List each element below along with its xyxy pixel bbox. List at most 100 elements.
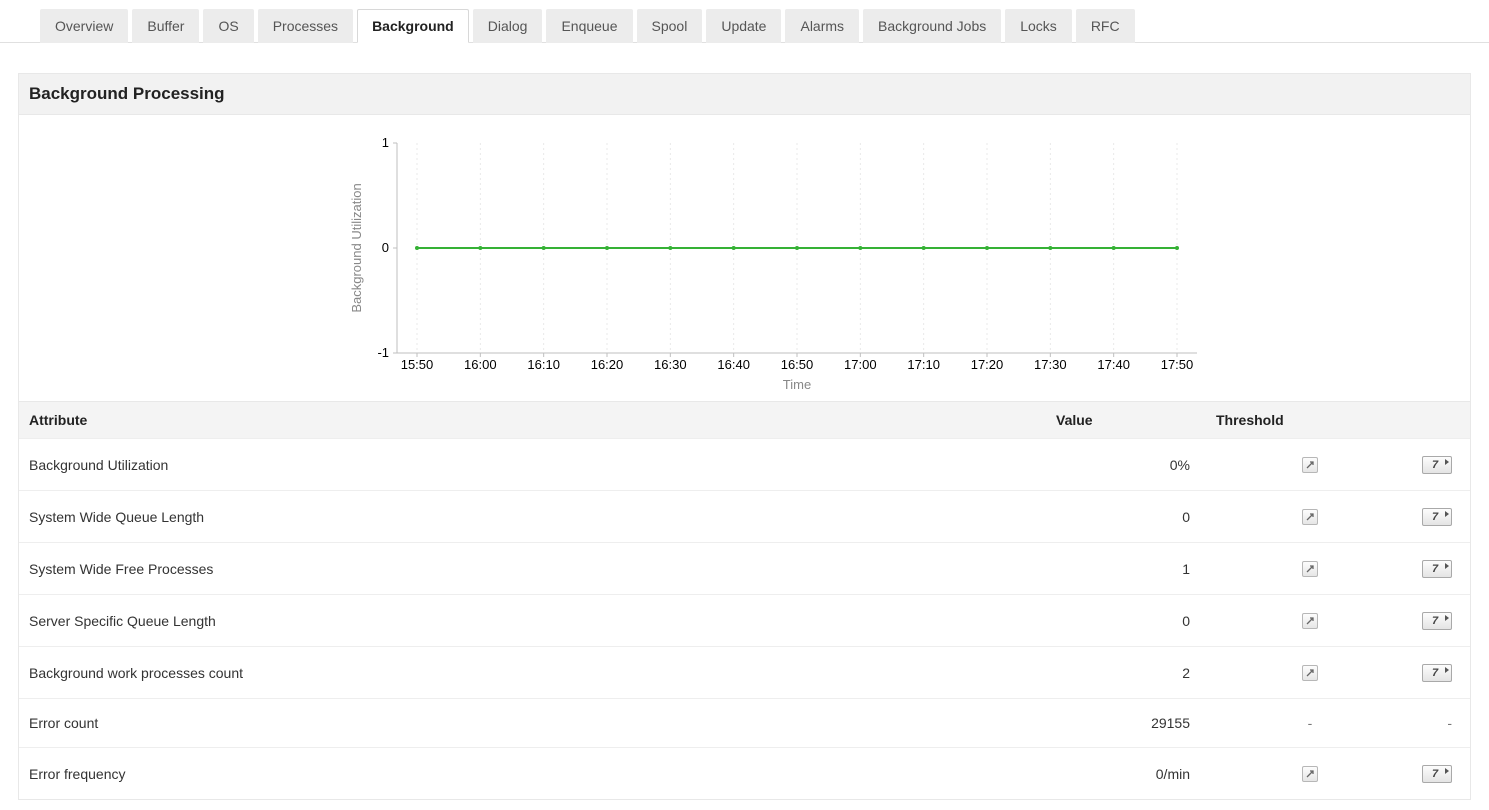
chevron-right-icon: [1445, 511, 1449, 517]
tab-alarms[interactable]: Alarms: [785, 9, 859, 43]
table-row: System Wide Free Processes1 7: [19, 543, 1470, 595]
history-button[interactable]: 7: [1422, 456, 1452, 474]
threshold-cell: [1210, 543, 1410, 595]
tab-processes[interactable]: Processes: [258, 9, 353, 43]
tab-enqueue[interactable]: Enqueue: [546, 9, 632, 43]
history-button[interactable]: 7: [1422, 612, 1452, 630]
svg-text:16:20: 16:20: [591, 357, 624, 372]
table-row: Error frequency0/min 7: [19, 748, 1470, 800]
value-cell: 29155: [1050, 699, 1210, 748]
svg-text:16:40: 16:40: [717, 357, 750, 372]
background-utilization-chart: Background Utilization Time -1 0 1 15:50 16:00…: [19, 123, 1219, 393]
action-cell: 7: [1410, 491, 1470, 543]
svg-text:17:40: 17:40: [1097, 357, 1130, 372]
tab-update[interactable]: Update: [706, 9, 781, 43]
threshold-cell: [1210, 647, 1410, 699]
history-button[interactable]: 7: [1422, 664, 1452, 682]
tab-background[interactable]: Background: [357, 9, 469, 43]
threshold-cell: [1210, 491, 1410, 543]
svg-text:1: 1: [382, 135, 389, 150]
svg-text:17:00: 17:00: [844, 357, 877, 372]
svg-text:17:30: 17:30: [1034, 357, 1067, 372]
svg-text:17:10: 17:10: [907, 357, 940, 372]
table-row: Server Specific Queue Length07: [19, 595, 1470, 647]
col-header-action: [1410, 402, 1470, 439]
col-header-threshold[interactable]: Threshold: [1210, 402, 1410, 439]
svg-text:Background Utilization: Background Utilization: [349, 183, 364, 312]
chart-container: Background Utilization Time -1 0 1 15:50 16:00…: [19, 115, 1470, 401]
configure-threshold-icon[interactable]: [1302, 561, 1318, 577]
tab-overview[interactable]: Overview: [40, 9, 128, 43]
action-cell: 7: [1410, 595, 1470, 647]
attr-cell: Error frequency: [19, 748, 1050, 800]
attr-cell: Server Specific Queue Length: [19, 595, 1050, 647]
svg-text:16:50: 16:50: [781, 357, 814, 372]
history-label: 7: [1432, 511, 1438, 523]
value-cell: 2: [1050, 647, 1210, 699]
svg-text:0: 0: [382, 240, 389, 255]
action-cell: 7: [1410, 748, 1470, 800]
table-row: Background Utilization0% 7: [19, 439, 1470, 491]
tab-dialog[interactable]: Dialog: [473, 9, 543, 43]
table-row: Error count29155 - -: [19, 699, 1470, 748]
tab-os[interactable]: OS: [203, 9, 253, 43]
action-empty: -: [1447, 715, 1452, 731]
configure-threshold-icon[interactable]: [1302, 509, 1318, 525]
svg-text:16:10: 16:10: [527, 357, 560, 372]
svg-text:16:00: 16:00: [464, 357, 497, 372]
history-label: 7: [1432, 615, 1438, 627]
value-cell: 0/min: [1050, 748, 1210, 800]
attribute-table: Attribute Value Threshold Background Uti…: [19, 401, 1470, 799]
value-cell: 0: [1050, 491, 1210, 543]
svg-text:16:30: 16:30: [654, 357, 687, 372]
col-header-value[interactable]: Value: [1050, 402, 1210, 439]
history-button[interactable]: 7: [1422, 560, 1452, 578]
threshold-cell: [1210, 595, 1410, 647]
configure-threshold-icon[interactable]: [1302, 613, 1318, 629]
chevron-right-icon: [1445, 768, 1449, 774]
attr-cell: System Wide Queue Length: [19, 491, 1050, 543]
tab-locks[interactable]: Locks: [1005, 9, 1072, 43]
chevron-right-icon: [1445, 667, 1449, 673]
table-row: System Wide Queue Length0 7: [19, 491, 1470, 543]
col-header-attribute[interactable]: Attribute: [19, 402, 1050, 439]
configure-threshold-icon[interactable]: [1302, 665, 1318, 681]
attr-cell: Background Utilization: [19, 439, 1050, 491]
action-cell: 7: [1410, 439, 1470, 491]
history-label: 7: [1432, 459, 1438, 471]
history-label: 7: [1432, 563, 1438, 575]
threshold-cell: -: [1210, 699, 1410, 748]
configure-threshold-icon[interactable]: [1302, 457, 1318, 473]
threshold-cell: [1210, 748, 1410, 800]
threshold-cell: [1210, 439, 1410, 491]
svg-text:-1: -1: [377, 345, 389, 360]
history-label: 7: [1432, 768, 1438, 780]
svg-text:Time: Time: [783, 377, 811, 392]
attr-cell: Error count: [19, 699, 1050, 748]
value-cell: 0%: [1050, 439, 1210, 491]
svg-text:17:20: 17:20: [971, 357, 1004, 372]
action-cell: 7: [1410, 543, 1470, 595]
panel-title: Background Processing: [19, 74, 1470, 115]
action-cell: 7: [1410, 647, 1470, 699]
table-row: Background work processes count2 7: [19, 647, 1470, 699]
threshold-empty: -: [1308, 715, 1313, 731]
value-cell: 1: [1050, 543, 1210, 595]
tab-buffer[interactable]: Buffer: [132, 9, 199, 43]
chevron-right-icon: [1445, 563, 1449, 569]
history-button[interactable]: 7: [1422, 765, 1452, 783]
history-label: 7: [1432, 667, 1438, 679]
chevron-right-icon: [1445, 459, 1449, 465]
configure-threshold-icon[interactable]: [1302, 766, 1318, 782]
action-cell: -: [1410, 699, 1470, 748]
background-panel: Background Processing Background Utiliza…: [18, 73, 1471, 800]
attr-cell: Background work processes count: [19, 647, 1050, 699]
attr-cell: System Wide Free Processes: [19, 543, 1050, 595]
svg-text:15:50: 15:50: [401, 357, 434, 372]
tab-background-jobs[interactable]: Background Jobs: [863, 9, 1001, 43]
tab-rfc[interactable]: RFC: [1076, 9, 1135, 43]
tabs-bar: OverviewBufferOSProcessesBackgroundDialo…: [0, 0, 1489, 43]
chevron-right-icon: [1445, 615, 1449, 621]
tab-spool[interactable]: Spool: [637, 9, 703, 43]
history-button[interactable]: 7: [1422, 508, 1452, 526]
